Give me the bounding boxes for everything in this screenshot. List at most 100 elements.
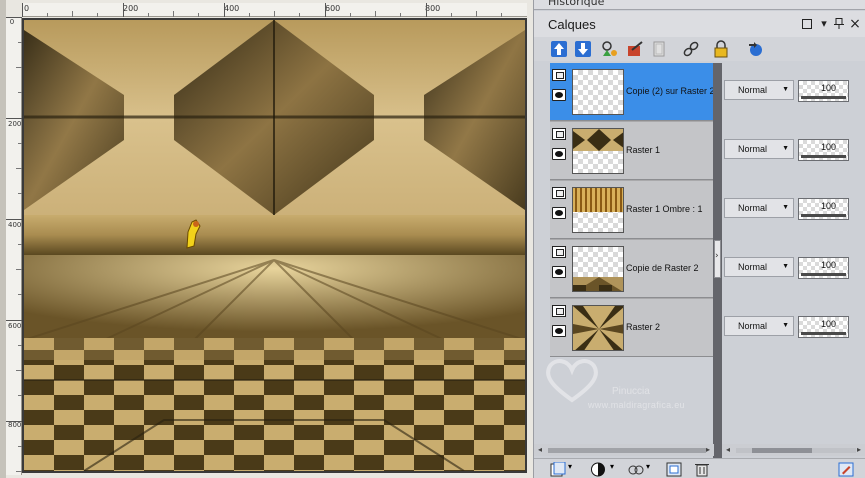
layer-type-icon[interactable] (552, 187, 566, 199)
app-window: 0 200 400 600 800 0 200 400 600 800 Hist… (0, 0, 865, 478)
layer-type-icon[interactable] (552, 305, 566, 317)
dropdown-arrow-icon: ▼ (782, 322, 789, 329)
layer-properties-row: Normal ▼ 100 (722, 240, 865, 298)
ruler-top-ticks (22, 3, 502, 17)
blend-mode-value: Normal (738, 262, 768, 272)
opacity-value: 100 (821, 201, 837, 211)
visibility-eye-icon[interactable] (552, 148, 566, 160)
blend-mode-value: Normal (738, 203, 768, 213)
move-layer-down-icon[interactable] (574, 40, 592, 58)
delete-layer-icon[interactable] (694, 462, 710, 477)
opacity-slider[interactable] (801, 214, 846, 217)
opacity-field[interactable]: 100 (798, 316, 849, 338)
opacity-slider[interactable] (801, 332, 846, 335)
edit-icon[interactable] (838, 462, 854, 477)
new-vector-layer-icon[interactable] (626, 40, 644, 58)
layer-properties-row: Normal ▼ 100 (722, 122, 865, 180)
layer-thumbnail (572, 305, 624, 351)
opacity-slider[interactable] (801, 155, 846, 158)
layers-list: Copie (2) sur Raster 2 Raster 1 Raster 1… (550, 63, 715, 357)
move-layer-up-icon[interactable] (550, 40, 568, 58)
dropdown-arrow-icon[interactable]: ▾ (610, 462, 626, 477)
scroll-right-icon[interactable]: ▸ (857, 445, 861, 454)
layer-thumbnail (572, 128, 624, 174)
dropdown-arrow-icon[interactable]: ▾ (817, 17, 831, 31)
watermark-url: www.maldiragrafica.eu (588, 400, 685, 410)
watermark: Pinuccia www.maldiragrafica.eu (542, 356, 752, 416)
scroll-left-icon[interactable]: ◂ (726, 445, 730, 454)
visibility-eye-icon[interactable] (552, 325, 566, 337)
layer-name: Copie de Raster 2 (626, 263, 699, 273)
new-mask-layer-icon[interactable] (650, 40, 668, 58)
scroll-left-icon[interactable]: ◂ (538, 445, 542, 454)
image-canvas[interactable] (22, 18, 527, 473)
blend-mode-value: Normal (738, 321, 768, 331)
layers-bottom-toolbar: ▾ ▾ ▾ (534, 458, 865, 478)
restore-window-icon[interactable] (800, 17, 814, 31)
blend-mode-dropdown[interactable]: Normal ▼ (724, 316, 794, 336)
layer-properties-row: Normal ▼ 100 (722, 299, 865, 357)
new-raster-layer-icon[interactable] (600, 40, 618, 58)
layers-horizontal-scrollbar[interactable]: ◂ ▸ (534, 444, 714, 456)
opacity-field[interactable]: 100 (798, 257, 849, 279)
dropdown-arrow-icon[interactable]: ▾ (568, 462, 584, 477)
canvas-artwork (24, 20, 525, 471)
canvas-area: 0 200 400 600 800 0 200 400 600 800 (0, 0, 533, 478)
lock-transparency-icon[interactable] (712, 40, 730, 58)
link-layers-icon[interactable] (682, 40, 700, 58)
layers-palette: Historique Calques ▾ × Copie (2) sur Ras… (533, 0, 865, 478)
close-icon[interactable]: × (848, 17, 862, 31)
properties-horizontal-scrollbar[interactable]: ◂ ▸ (722, 444, 865, 456)
scrollbar-track[interactable] (548, 448, 706, 453)
opacity-field[interactable]: 100 (798, 139, 849, 161)
splitter-handle[interactable]: › (714, 240, 721, 278)
layer-row-copie-de-raster-2[interactable]: Copie de Raster 2 (550, 240, 713, 298)
opacity-slider[interactable] (801, 96, 846, 99)
layer-type-icon[interactable] (552, 246, 566, 258)
layers-toolbar (534, 37, 865, 61)
layers-palette-header: Calques ▾ × (534, 11, 865, 37)
blend-mode-value: Normal (738, 144, 768, 154)
opacity-field[interactable]: 100 (798, 80, 849, 102)
dropdown-arrow-icon: ▼ (782, 86, 789, 93)
layer-thumbnail (572, 187, 624, 233)
blend-mode-dropdown[interactable]: Normal ▼ (724, 257, 794, 277)
layer-properties-row: Normal ▼ 100 (722, 181, 865, 239)
layer-row-raster-2[interactable]: Raster 2 (550, 299, 713, 357)
pin-icon[interactable] (832, 17, 846, 31)
visibility-eye-icon[interactable] (552, 89, 566, 101)
opacity-value: 100 (821, 142, 837, 152)
opacity-value: 100 (821, 260, 837, 270)
duplicate-layer-icon[interactable] (746, 40, 764, 58)
history-palette-tab[interactable]: Historique (534, 0, 865, 10)
layer-type-icon[interactable] (552, 128, 566, 140)
opacity-field[interactable]: 100 (798, 198, 849, 220)
adjustment-layer-icon[interactable] (628, 462, 644, 477)
dropdown-arrow-icon: ▼ (782, 204, 789, 211)
layer-type-icon[interactable] (552, 69, 566, 81)
scroll-right-icon[interactable]: ▸ (706, 445, 710, 454)
scrollbar-thumb[interactable] (752, 448, 812, 453)
blend-mode-dropdown[interactable]: Normal ▼ (724, 198, 794, 218)
opacity-value: 100 (821, 319, 837, 329)
blend-mode-dropdown[interactable]: Normal ▼ (724, 80, 794, 100)
watermark-name: Pinuccia (612, 386, 650, 397)
visibility-eye-icon[interactable] (552, 266, 566, 278)
layer-thumbnail (572, 69, 624, 115)
opacity-value: 100 (821, 83, 837, 93)
layer-name: Copie (2) sur Raster 2 (626, 86, 715, 96)
layer-row-copie-2-sur-raster-2[interactable]: Copie (2) sur Raster 2 (550, 63, 715, 121)
opacity-slider[interactable] (801, 273, 846, 276)
mask-icon[interactable] (590, 462, 606, 477)
merge-icon[interactable] (666, 462, 682, 477)
blend-mode-dropdown[interactable]: Normal ▼ (724, 139, 794, 159)
visibility-eye-icon[interactable] (552, 207, 566, 219)
palette-title: Calques (548, 17, 596, 32)
new-layer-group-icon[interactable] (550, 461, 566, 477)
layer-row-raster-1[interactable]: Raster 1 (550, 122, 713, 180)
layer-row-raster-1-ombre-1[interactable]: Raster 1 Ombre : 1 (550, 181, 713, 239)
heart-logo-icon (546, 359, 598, 403)
ruler-horizontal: 0 200 400 600 800 (22, 3, 527, 17)
ruler-vertical: 0 200 400 600 800 (6, 17, 22, 475)
dropdown-arrow-icon[interactable]: ▾ (646, 462, 662, 477)
